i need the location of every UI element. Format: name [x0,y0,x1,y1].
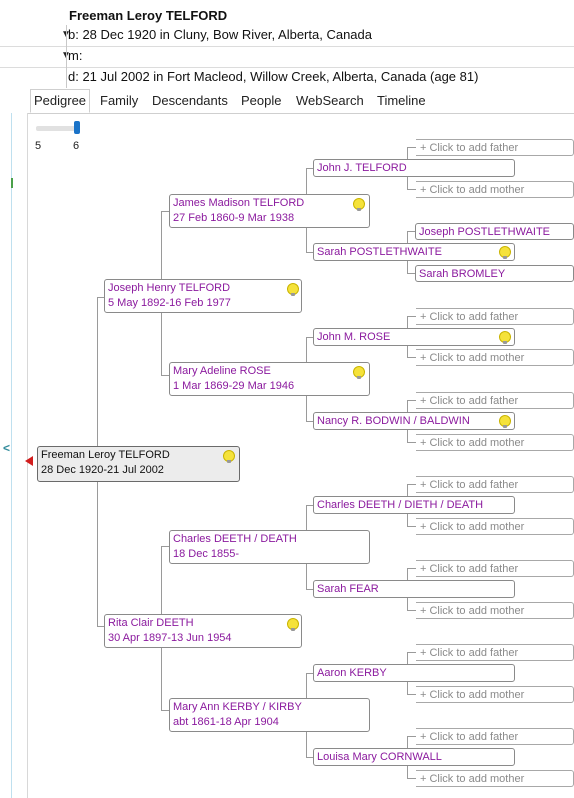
tab-family[interactable]: Family [100,90,138,112]
view-tabs: Pedigree Family Descendants People WebSe… [27,89,574,114]
hint-lightbulb-icon[interactable] [287,618,299,631]
add-father-button[interactable]: + Click to add father [416,139,574,156]
person-name: Freeman Leroy TELFORD [41,449,170,461]
add-father-button[interactable]: + Click to add father [416,308,574,325]
person-dates: 30 Apr 1897-13 Jun 1954 [108,632,232,644]
birth-fact: b: 28 Dec 1920 in Cluny, Bow River, Albe… [68,27,372,42]
generations-slider-thumb[interactable] [74,121,80,134]
person-card-great-grandparent[interactable]: Sarah FEAR [313,580,515,598]
add-father-button[interactable]: + Click to add father [416,560,574,577]
hint-lightbulb-icon[interactable] [287,283,299,296]
person-card-fifth-gen[interactable]: Joseph POSTLETHWAITE [415,223,574,240]
tab-timeline[interactable]: Timeline [377,90,426,112]
root-person-marker-icon [25,456,33,466]
person-card-father[interactable]: Joseph Henry TELFORD 5 May 1892-16 Feb 1… [104,279,302,313]
person-card-mother[interactable]: Rita Clair DEETH 30 Apr 1897-13 Jun 1954 [104,614,302,648]
add-father-button[interactable]: + Click to add father [416,392,574,409]
death-row: d: 21 Jul 2002 in Fort Macleod, Willow C… [0,67,574,88]
person-name: Joseph POSTLETHWAITE [419,226,551,238]
add-mother-button[interactable]: + Click to add mother [416,349,574,366]
add-father-button[interactable]: + Click to add father [416,476,574,493]
marriage-row[interactable]: ▼ m: [0,46,574,68]
marriage-fact: m: [68,48,83,63]
person-card-great-grandparent[interactable]: Nancy R. BODWIN / BALDWIN [313,412,515,430]
person-card-great-grandparent[interactable]: John J. TELFORD [313,159,515,177]
person-card-maternal-grandfather[interactable]: Charles DEETH / DEATH 18 Dec 1855- [169,530,370,564]
person-dates: 27 Feb 1860-9 Mar 1938 [173,212,295,224]
person-name: Louisa Mary CORNWALL [317,751,442,763]
person-card-paternal-grandmother[interactable]: Mary Adeline ROSE 1 Mar 1869-29 Mar 1946 [169,362,370,396]
hint-lightbulb-icon[interactable] [499,331,511,344]
side-panel-indicator [11,178,13,188]
person-card-great-grandparent[interactable]: Charles DEETH / DIETH / DEATH [313,496,515,514]
add-mother-button[interactable]: + Click to add mother [416,518,574,535]
person-name: Sarah BROMLEY [419,268,506,280]
generations-min-label: 5 [35,140,42,152]
tab-pedigree[interactable]: Pedigree [30,89,91,113]
person-dates: abt 1861-18 Apr 1904 [173,716,279,728]
person-name: Joseph Henry TELFORD [108,282,231,294]
generations-max-label: 6 [73,140,80,152]
person-dates: 1 Mar 1869-29 Mar 1946 [173,380,295,392]
add-mother-button[interactable]: + Click to add mother [416,602,574,619]
person-name: Charles DEETH / DEATH [173,533,297,545]
person-name: Freeman Leroy TELFORD [69,8,228,23]
person-dates: 18 Dec 1855- [173,548,240,560]
person-card-fifth-gen[interactable]: Sarah BROMLEY [415,265,574,282]
person-dates: 5 May 1892-16 Feb 1977 [108,297,231,309]
hint-lightbulb-icon[interactable] [353,198,365,211]
hint-lightbulb-icon[interactable] [223,450,235,463]
add-mother-button[interactable]: + Click to add mother [416,434,574,451]
person-dates: 28 Dec 1920-21 Jul 2002 [41,464,164,476]
person-name: John J. TELFORD [317,162,407,174]
person-card-great-grandparent[interactable]: Sarah POSTLETHWAITE [313,243,515,261]
person-name: Charles DEETH / DIETH / DEATH [317,499,484,511]
side-panel-border [11,113,12,798]
tab-websearch[interactable]: WebSearch [296,90,364,112]
person-name: Mary Ann KERBY / KIRBY [173,701,302,713]
person-name: John M. ROSE [317,331,391,343]
person-card-root[interactable]: Freeman Leroy TELFORD 28 Dec 1920-21 Jul… [37,446,240,482]
person-name: Aaron KERBY [317,667,387,679]
person-card-paternal-grandfather[interactable]: James Madison TELFORD 27 Feb 1860-9 Mar … [169,194,370,228]
tab-people[interactable]: People [241,90,281,112]
hint-lightbulb-icon[interactable] [499,415,511,428]
add-father-button[interactable]: + Click to add father [416,728,574,745]
person-name: Rita Clair DEETH [108,617,194,629]
add-father-button[interactable]: + Click to add father [416,644,574,661]
person-name: Sarah FEAR [317,583,379,595]
hint-lightbulb-icon[interactable] [353,366,365,379]
collapse-panel-chevron-icon[interactable]: < [3,441,10,455]
generations-slider-track[interactable] [36,126,78,131]
person-card-great-grandparent[interactable]: Louisa Mary CORNWALL [313,748,515,766]
person-summary-header: Freeman Leroy TELFORD ▼ b: 28 Dec 1920 i… [0,0,574,88]
tab-descendants[interactable]: Descendants [152,90,228,112]
add-mother-button[interactable]: + Click to add mother [416,686,574,703]
person-card-great-grandparent[interactable]: Aaron KERBY [313,664,515,682]
birth-row[interactable]: ▼ b: 28 Dec 1920 in Cluny, Bow River, Al… [0,25,574,47]
hint-lightbulb-icon[interactable] [499,246,511,259]
person-card-great-grandparent[interactable]: John M. ROSE [313,328,515,346]
person-card-maternal-grandmother[interactable]: Mary Ann KERBY / KIRBY abt 1861-18 Apr 1… [169,698,370,732]
person-name: James Madison TELFORD [173,197,305,209]
person-name: Mary Adeline ROSE [173,365,271,377]
person-name: Nancy R. BODWIN / BALDWIN [317,415,470,427]
add-mother-button[interactable]: + Click to add mother [416,181,574,198]
person-name: Sarah POSTLETHWAITE [317,246,442,258]
death-fact: d: 21 Jul 2002 in Fort Macleod, Willow C… [68,69,479,84]
add-mother-button[interactable]: + Click to add mother [416,770,574,787]
